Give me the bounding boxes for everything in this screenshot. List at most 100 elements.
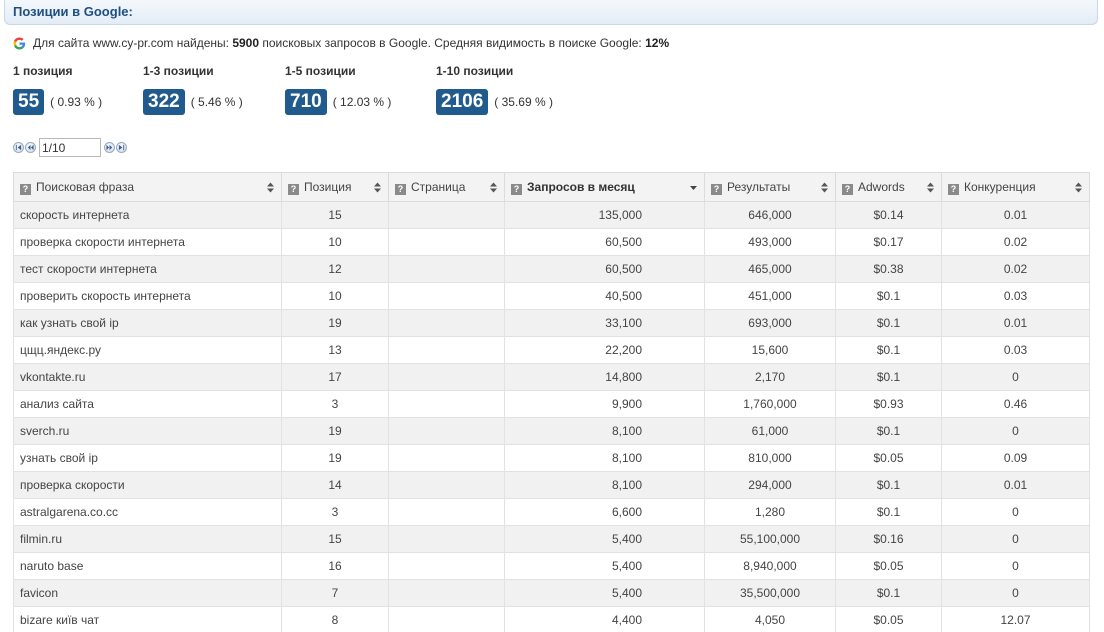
requests-cell: 8,100 (504, 444, 705, 472)
phrase-cell: проверка скорости (13, 471, 282, 499)
page-cell (388, 255, 505, 283)
section-header: Позиции в Google: (4, 0, 1098, 25)
position-cell: 7 (281, 579, 389, 607)
competition-cell: 0 (941, 525, 1090, 553)
adwords-cell: $0.14 (835, 201, 942, 229)
column-label: Результаты (727, 179, 791, 194)
position-count-badge[interactable]: 322 (143, 89, 185, 115)
column-label: Конкуренция (964, 179, 1036, 194)
position-label: 1 позиция (13, 64, 73, 78)
position-group-1: 1 позиция 55 ( 0.93 % ) (13, 64, 102, 115)
position-label: 1-5 позиции (285, 64, 356, 78)
competition-cell: 0.02 (941, 255, 1090, 283)
phrase-cell: filmin.ru (13, 525, 282, 553)
column-label: Страница (411, 179, 466, 194)
prev-page-icon (27, 144, 34, 151)
position-count-badge[interactable]: 710 (285, 89, 327, 115)
requests-cell: 5,400 (504, 579, 705, 607)
column-header-competition[interactable]: ? Конкуренция (941, 172, 1090, 202)
phrase-cell: тест скорости интернета (13, 255, 282, 283)
phrase-cell: узнать свой ip (13, 444, 282, 472)
competition-cell: 0 (941, 498, 1090, 526)
column-header-requests[interactable]: ? Запросов в месяц (504, 172, 705, 202)
position-count-badge[interactable]: 2106 (436, 89, 489, 115)
adwords-cell: $0.05 (835, 552, 942, 580)
competition-cell: 0.02 (941, 228, 1090, 256)
table-row: favicon 7 5,400 35,500,000 $0.1 0 (13, 579, 1090, 607)
phrase-cell: цщц.яндекс.ру (13, 336, 282, 364)
results-cell: 4,050 (704, 606, 836, 632)
page-input[interactable] (39, 138, 101, 157)
results-cell: 451,000 (704, 282, 836, 310)
sort-desc-icon (690, 186, 697, 190)
competition-cell: 0.03 (941, 282, 1090, 310)
table-row: naruto base 16 5,400 8,940,000 $0.05 0 (13, 552, 1090, 580)
phrase-cell: анализ сайта (13, 390, 282, 418)
page-cell (388, 552, 505, 580)
help-icon[interactable]: ? (20, 183, 31, 195)
adwords-cell: $0.1 (835, 471, 942, 499)
first-page-button[interactable] (13, 142, 24, 153)
requests-cell: 40,500 (504, 282, 705, 310)
adwords-cell: $0.05 (835, 606, 942, 632)
results-cell: 465,000 (704, 255, 836, 283)
results-cell: 35,500,000 (704, 579, 836, 607)
column-label: Запросов в месяц (527, 179, 635, 194)
phrase-cell: favicon (13, 579, 282, 607)
adwords-cell: $0.1 (835, 309, 942, 337)
help-icon[interactable]: ? (842, 183, 853, 195)
section-title: Позиции в Google: (13, 4, 133, 19)
column-label: Поисковая фраза (36, 179, 135, 194)
competition-cell: 0.01 (941, 471, 1090, 499)
position-cell: 19 (281, 417, 389, 445)
page-cell (388, 471, 505, 499)
position-cell: 3 (281, 390, 389, 418)
position-percent: ( 35.69 % ) (494, 95, 553, 109)
table-row: анализ сайта 3 9,900 1,760,000 $0.93 0.46 (13, 390, 1090, 418)
pager (13, 138, 128, 157)
page-cell (388, 390, 505, 418)
help-icon[interactable]: ? (511, 183, 522, 195)
competition-cell: 0.01 (941, 201, 1090, 229)
table-row: узнать свой ip 19 8,100 810,000 $0.05 0.09 (13, 444, 1090, 472)
last-page-button[interactable] (116, 142, 127, 153)
position-cell: 15 (281, 201, 389, 229)
page-cell (388, 228, 505, 256)
phrase-cell: sverch.ru (13, 417, 282, 445)
sort-icon (927, 182, 934, 193)
table-row: проверить скорость интернета 10 40,500 451,… (13, 282, 1090, 310)
prev-page-button[interactable] (25, 142, 36, 153)
column-header-page[interactable]: ? Страница (388, 172, 505, 202)
adwords-cell: $0.16 (835, 525, 942, 553)
page-cell (388, 309, 505, 337)
requests-cell: 6,600 (504, 498, 705, 526)
help-icon[interactable]: ? (395, 183, 406, 195)
page-cell (388, 336, 505, 364)
help-icon[interactable]: ? (288, 183, 299, 195)
column-header-adwords[interactable]: ? Adwords (835, 172, 942, 202)
position-cell: 19 (281, 309, 389, 337)
column-label: Adwords (858, 179, 905, 194)
column-header-position[interactable]: ? Позиция (281, 172, 389, 202)
competition-cell: 0 (941, 363, 1090, 391)
sort-icon (490, 182, 497, 193)
adwords-cell: $0.1 (835, 282, 942, 310)
sort-icon (267, 182, 274, 193)
requests-cell: 14,800 (504, 363, 705, 391)
help-icon[interactable]: ? (711, 183, 722, 195)
next-page-button[interactable] (104, 142, 115, 153)
column-header-results[interactable]: ? Результаты (704, 172, 836, 202)
phrase-cell: vkontakte.ru (13, 363, 282, 391)
position-label: 1-10 позиции (436, 64, 514, 78)
position-count-badge[interactable]: 55 (13, 89, 45, 115)
requests-cell: 60,500 (504, 228, 705, 256)
page-cell (388, 606, 505, 632)
column-header-phrase[interactable]: ? Поисковая фраза (13, 172, 282, 202)
adwords-cell: $0.1 (835, 336, 942, 364)
help-icon[interactable]: ? (948, 183, 959, 195)
table-row: как узнать свой ip 19 33,100 693,000 $0.1 0.0… (13, 309, 1090, 337)
phrase-cell: bizare київ чат (13, 606, 282, 632)
page-cell (388, 417, 505, 445)
table-row: цщц.яндекс.ру 13 22,200 15,600 $0.1 0.03 (13, 336, 1090, 364)
adwords-cell: $0.05 (835, 444, 942, 472)
